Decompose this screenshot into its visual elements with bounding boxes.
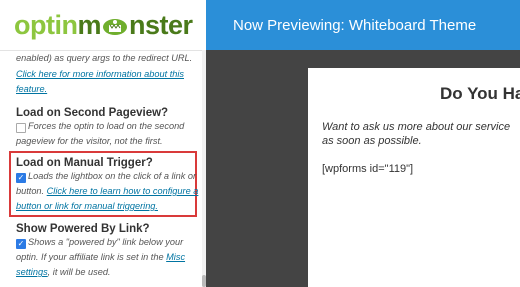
manual-trigger-help-link-cont[interactable]: button or link for manual triggering. <box>16 199 158 214</box>
powered-by-checkbox[interactable]: ✓ <box>16 239 26 249</box>
powered-by-desc-end: settings, it will be used. <box>16 267 111 277</box>
powered-by-label: Show Powered By Link? <box>16 223 150 235</box>
second-pageview-desc: Forces the optin to load on the second <box>28 121 185 131</box>
optin-heading: Do You Ha <box>440 84 520 103</box>
second-pageview-checkbox[interactable] <box>16 123 26 133</box>
optin-body: Want to ask us more about our service as… <box>322 121 511 147</box>
second-pageview-desc-cont: pageview for the visitor, not the first. <box>16 136 163 146</box>
redirect-info-link[interactable]: Click here for more information about th… <box>16 67 184 82</box>
second-pageview-label: Load on Second Pageview? <box>16 107 169 119</box>
monster-icon <box>103 19 127 35</box>
logo-bar: optinm nster <box>0 0 206 51</box>
settings-link[interactable]: settings <box>16 267 48 277</box>
manual-trigger-desc-cont: button. Click here to learn how to confi… <box>16 186 199 196</box>
redirect-info-link-cont[interactable]: feature. <box>16 82 47 97</box>
optin-preview-panel: Do You Ha Want to ask us more about our … <box>308 68 520 287</box>
manual-trigger-desc: Loads the lightbox on the click of a lin… <box>28 171 197 181</box>
manual-trigger-checkbox[interactable]: ✓ <box>16 173 26 183</box>
preview-header: Now Previewing: Whiteboard Theme <box>206 0 520 50</box>
form-shortcode: [wpforms id="119"] <box>322 163 414 175</box>
preview-title: Now Previewing: Whiteboard Theme <box>233 17 477 34</box>
check-icon: ✓ <box>17 173 25 182</box>
redirect-description: enabled) as query args to the redirect U… <box>16 53 193 63</box>
powered-by-desc: Shows a "powered by" link below your <box>28 237 184 247</box>
check-icon: ✓ <box>17 239 25 248</box>
manual-trigger-help-link[interactable]: Click here to learn how to configure a <box>47 186 199 196</box>
preview-area: Do You Ha Want to ask us more about our … <box>206 50 520 287</box>
settings-sidebar: optinm nster enabled) as query args to th… <box>0 0 206 287</box>
manual-trigger-label: Load on Manual Trigger? <box>16 157 153 169</box>
powered-by-desc-cont: optin. If your affiliate link is set in … <box>16 252 186 262</box>
misc-link[interactable]: Misc <box>166 252 185 262</box>
optinmonster-logo: optinm nster <box>14 10 193 40</box>
